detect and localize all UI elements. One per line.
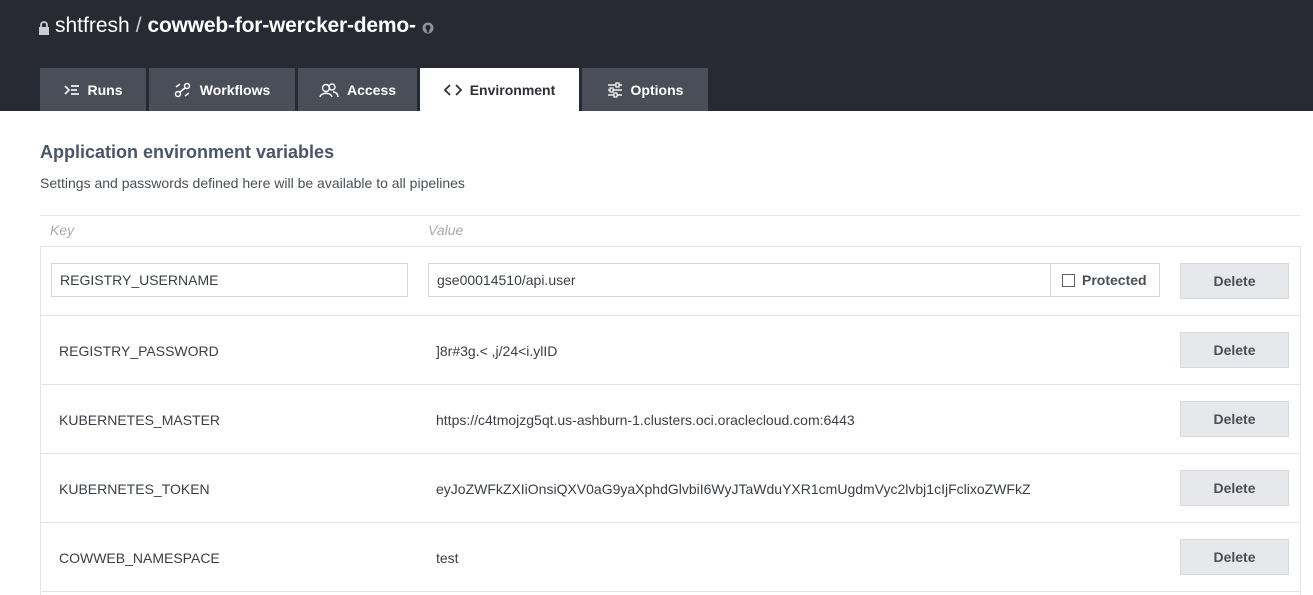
new-key-input[interactable]: [51, 263, 408, 297]
table-row: COWWEB_NAMESPACE test Delete: [41, 523, 1300, 592]
access-icon: [319, 82, 339, 97]
tab-runs[interactable]: Runs: [40, 68, 146, 111]
protected-label: Protected: [1082, 272, 1147, 288]
env-variables-table: Protected Delete REGISTRY_PASSWORD ]8r#3…: [40, 246, 1301, 595]
tab-runs-label: Runs: [87, 81, 123, 98]
breadcrumb-separator: /: [135, 14, 142, 37]
tab-environment-label: Environment: [469, 81, 556, 98]
tab-access-label: Access: [346, 81, 397, 98]
tab-workflows[interactable]: Workflows: [149, 68, 295, 111]
variable-value: eyJoZWFkZXIiOnsiQXV0aG9yaXphdGlvbiI6WyJT…: [436, 480, 1031, 497]
repo-name-link[interactable]: cowweb-for-wercker-demo-: [148, 14, 416, 38]
delete-button[interactable]: Delete: [1180, 401, 1289, 437]
delete-button[interactable]: Delete: [1180, 332, 1289, 368]
variable-value: test: [436, 549, 459, 566]
protected-checkbox[interactable]: [1062, 273, 1075, 287]
code-icon: [443, 83, 462, 96]
variable-key: REGISTRY_PASSWORD: [59, 342, 219, 359]
tab-access[interactable]: Access: [298, 68, 417, 111]
top-bar: shtfresh / cowweb-for-wercker-demo- Runs…: [0, 0, 1313, 111]
table-row: KUBERNETES_TOKEN eyJoZWFkZXIiOnsiQXV0aG9…: [41, 454, 1300, 523]
section-title: Application environment variables: [40, 142, 335, 162]
column-header-key: Key: [50, 222, 75, 238]
breadcrumb: shtfresh / cowweb-for-wercker-demo-: [38, 11, 434, 41]
workflows-icon: [174, 82, 190, 97]
lock-icon: [39, 20, 49, 35]
variable-value: https://c4tmojzg5qt.us-ashburn-1.cluster…: [436, 411, 855, 428]
variable-key: KUBERNETES_TOKEN: [59, 480, 210, 497]
tab-workflows-label: Workflows: [199, 81, 271, 98]
variable-key: COWWEB_NAMESPACE: [59, 549, 220, 566]
variable-value: ]8r#3g.< ,j/24<i.ylID: [436, 342, 558, 359]
new-variable-row: Protected Delete: [41, 247, 1300, 316]
tab-environment[interactable]: Environment: [420, 68, 579, 111]
tab-options[interactable]: Options: [582, 68, 708, 111]
column-header-divider: [40, 215, 1300, 216]
table-row: REGISTRY_PASSWORD ]8r#3g.< ,j/24<i.ylID …: [41, 316, 1300, 385]
delete-button[interactable]: Delete: [1180, 263, 1289, 299]
table-row: KUBERNETES_MASTER https://c4tmojzg5qt.us…: [41, 385, 1300, 454]
github-icon[interactable]: [422, 22, 434, 34]
delete-button[interactable]: Delete: [1180, 539, 1289, 575]
runs-icon: [63, 84, 79, 95]
sliders-icon: [607, 81, 622, 98]
new-value-input[interactable]: [428, 263, 1051, 297]
protected-checkbox-field[interactable]: Protected: [1050, 263, 1160, 297]
delete-button[interactable]: Delete: [1180, 470, 1289, 506]
repo-owner-link[interactable]: shtfresh: [55, 14, 130, 38]
section-description: Settings and passwords defined here will…: [40, 175, 465, 191]
column-header-value: Value: [428, 222, 464, 238]
variable-key: KUBERNETES_MASTER: [59, 411, 221, 428]
tab-options-label: Options: [630, 81, 684, 98]
